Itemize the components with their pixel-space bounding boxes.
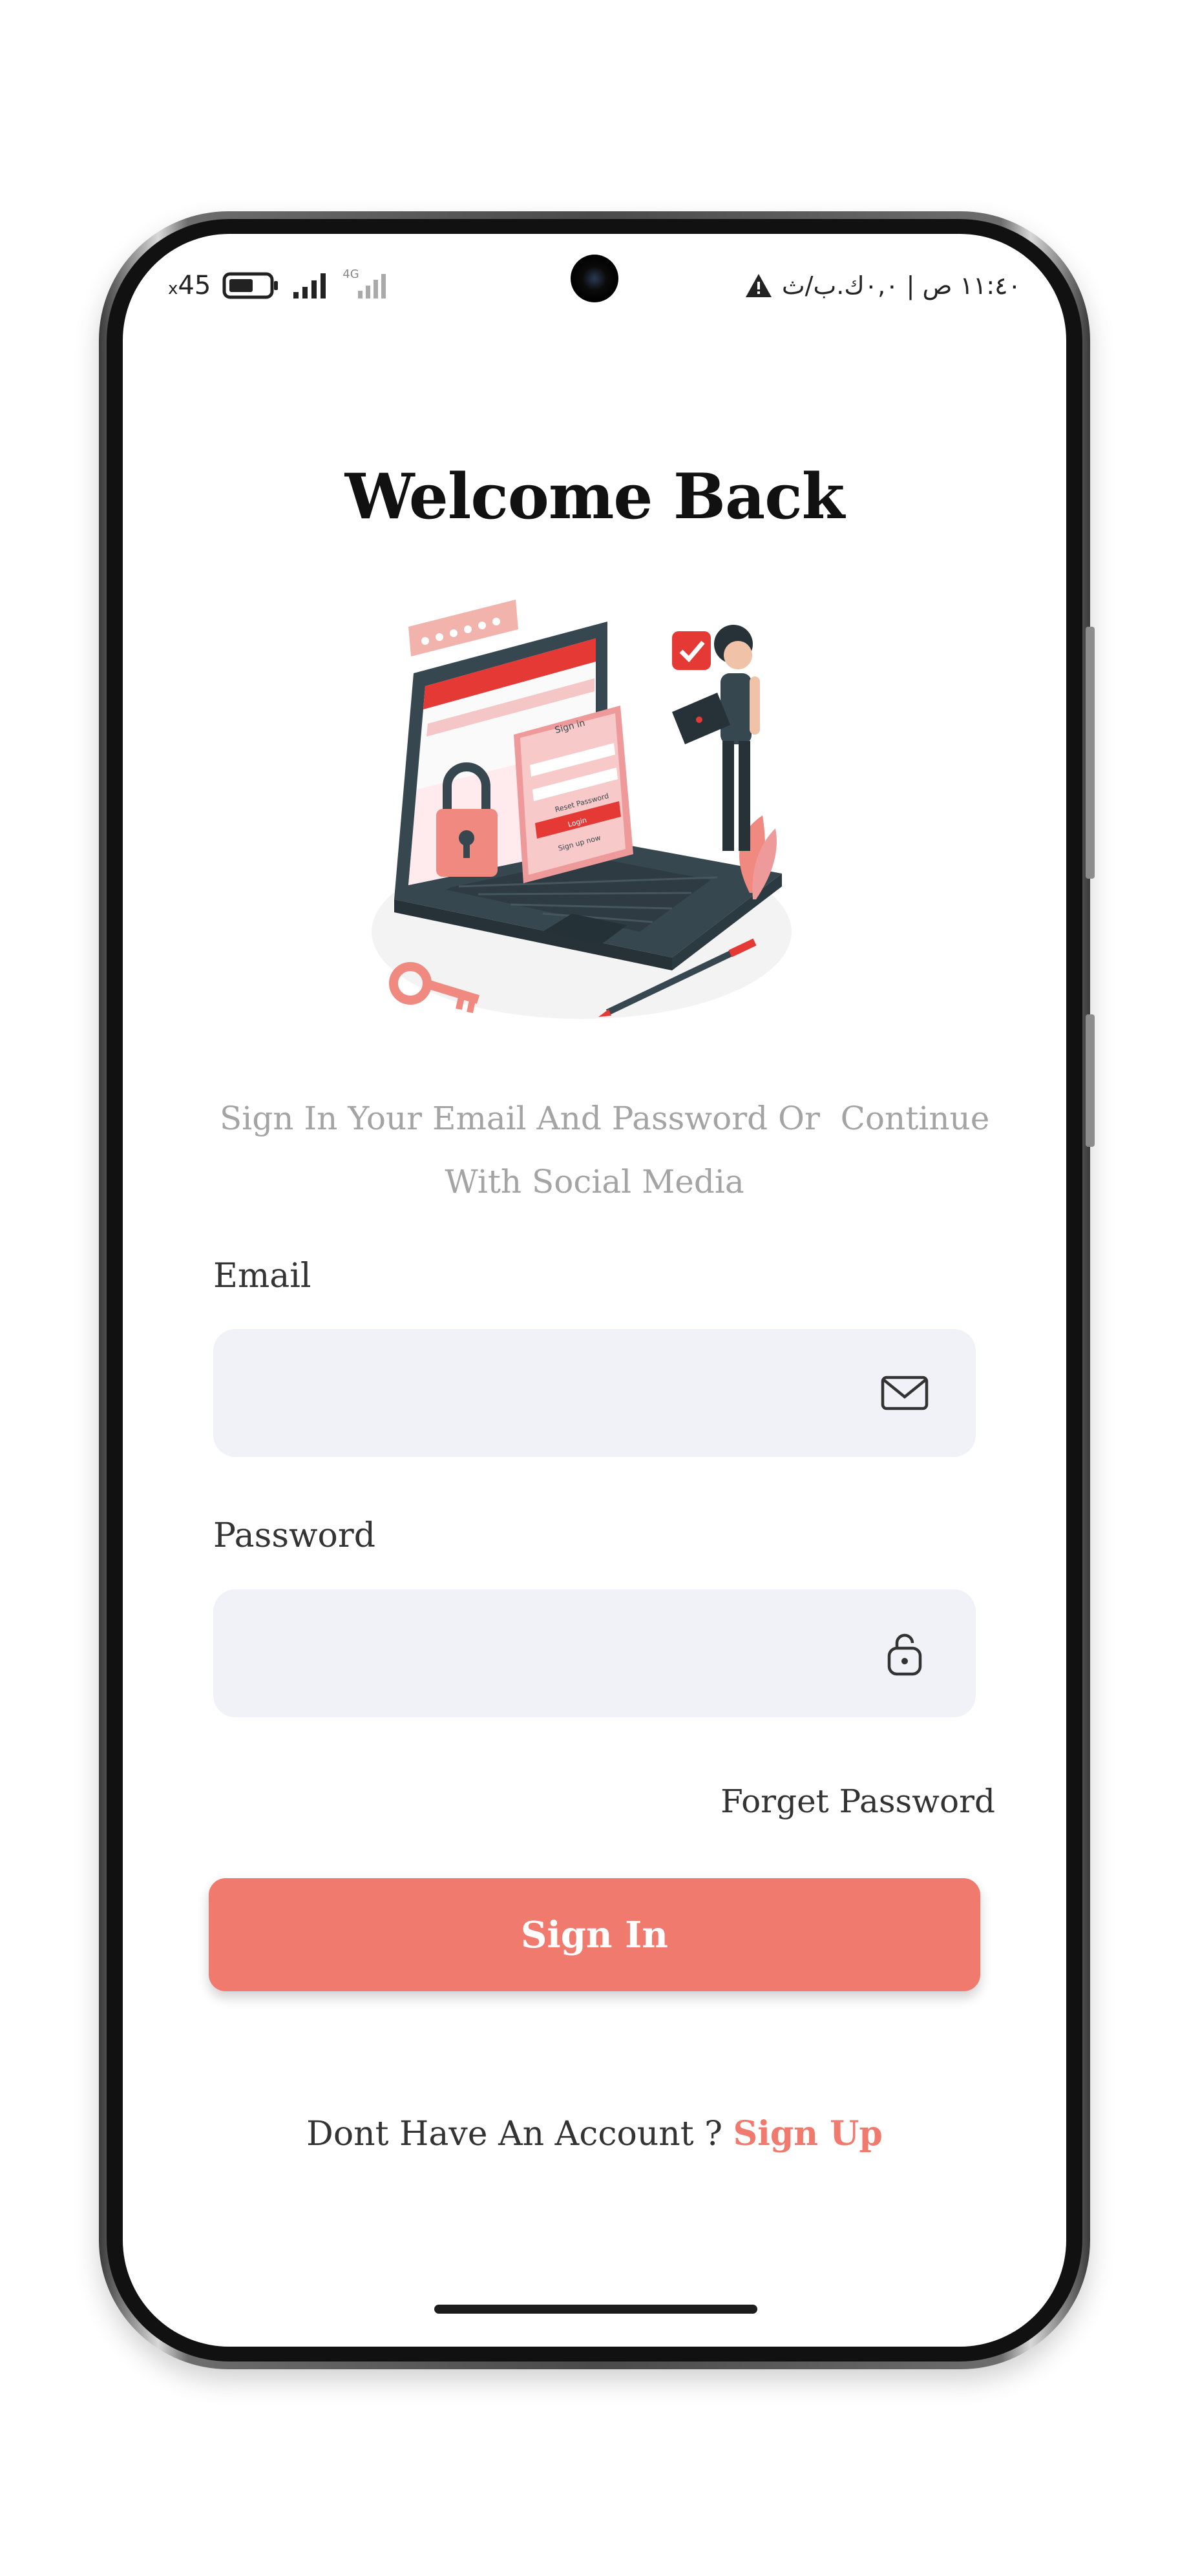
- network-type-label: 4G: [342, 267, 394, 300]
- volume-button: [1086, 627, 1095, 879]
- signal-secondary-icon: [358, 274, 386, 298]
- subtitle-line-2: With Social Media: [445, 1163, 744, 1200]
- envelope-icon: [881, 1376, 929, 1410]
- status-time-text: ١١:٤٠ ص | ٠,٠ك.ب/ث: [781, 271, 1021, 300]
- page-title: Welcome Back: [344, 460, 845, 533]
- forgot-password-link[interactable]: Forget Password: [721, 1783, 995, 1820]
- power-button: [1086, 1014, 1095, 1147]
- login-illustration: Sign in Reset Password Login Sign up now: [372, 600, 792, 1019]
- status-bar-right: ١١:٤٠ ص | ٠,٠ك.ب/ث: [744, 266, 1021, 305]
- sign-in-button[interactable]: Sign In: [209, 1878, 980, 1991]
- signup-prompt-text: Dont Have An Account ?: [306, 2115, 733, 2153]
- subtitle-line-1: Sign In Your Email And Password Or Conti…: [220, 1100, 990, 1137]
- sign-up-link[interactable]: Sign Up: [733, 2114, 883, 2153]
- signal-icon: [293, 273, 326, 298]
- front-camera: [571, 255, 618, 302]
- email-label: Email: [213, 1257, 311, 1295]
- password-field[interactable]: [213, 1589, 976, 1717]
- status-bar-left: x45 4G: [168, 266, 394, 305]
- page-stage: x45 4G ١١:٤٠ ص | ٠,٠ك.ب/ث Welcome Back S…: [0, 0, 1189, 2576]
- battery-percent: x45: [168, 271, 211, 300]
- phone-screen: x45 4G ١١:٤٠ ص | ٠,٠ك.ب/ث Welcome Back S…: [123, 234, 1066, 2347]
- signup-prompt: Dont Have An Account ? Sign Up: [123, 2114, 1066, 2153]
- password-label: Password: [213, 1516, 375, 1555]
- lock-icon: [887, 1633, 922, 1676]
- battery-icon: [222, 272, 279, 299]
- email-field[interactable]: [213, 1329, 976, 1457]
- warning-triangle-icon: [745, 274, 772, 297]
- home-indicator[interactable]: [434, 2305, 757, 2314]
- subtitle: Sign In Your Email And Password Or Conti…: [220, 1087, 990, 1213]
